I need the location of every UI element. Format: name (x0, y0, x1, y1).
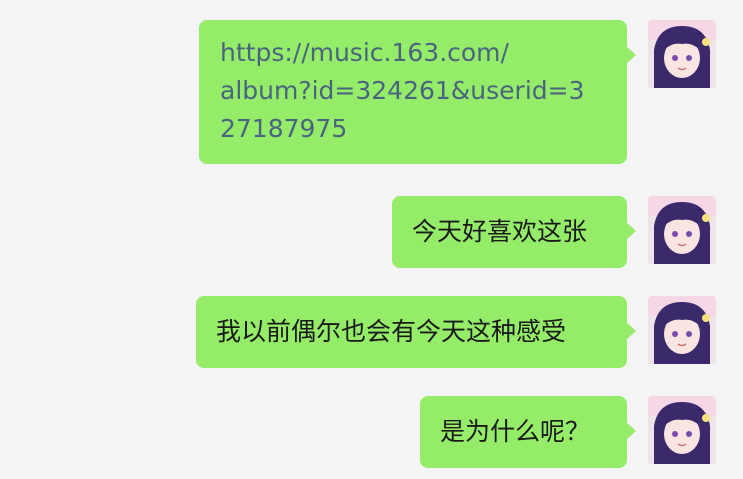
message-row: 我以前偶尔也会有今天这种感受 (0, 296, 743, 368)
message-row: 今天好喜欢这张 (0, 196, 743, 268)
message-text: 今天好喜欢这张 (412, 217, 588, 246)
user-avatar[interactable] (648, 296, 716, 364)
anime-girl-avatar-icon (648, 296, 716, 364)
message-bubble-link[interactable]: https://music.163.com/ album?id=324261&u… (199, 20, 636, 164)
user-avatar[interactable] (648, 196, 716, 264)
message-bubble[interactable]: 今天好喜欢这张 (392, 196, 636, 268)
message-bubble[interactable]: 是为什么呢？ (420, 396, 636, 468)
message-row: https://music.163.com/ album?id=324261&u… (0, 20, 743, 164)
chat-message-area: https://music.163.com/ album?id=324261&u… (0, 0, 743, 479)
anime-girl-avatar-icon (648, 20, 716, 88)
message-text: 是为什么呢？ (440, 417, 591, 446)
link-text[interactable]: https://music.163.com/ album?id=324261&u… (220, 34, 607, 148)
user-avatar[interactable] (648, 396, 716, 464)
anime-girl-avatar-icon (648, 196, 716, 264)
user-avatar[interactable] (648, 20, 716, 88)
anime-girl-avatar-icon (648, 396, 716, 464)
message-row: 是为什么呢？ (0, 396, 743, 468)
message-text: 我以前偶尔也会有今天这种感受 (216, 317, 567, 346)
message-bubble[interactable]: 我以前偶尔也会有今天这种感受 (196, 296, 636, 368)
